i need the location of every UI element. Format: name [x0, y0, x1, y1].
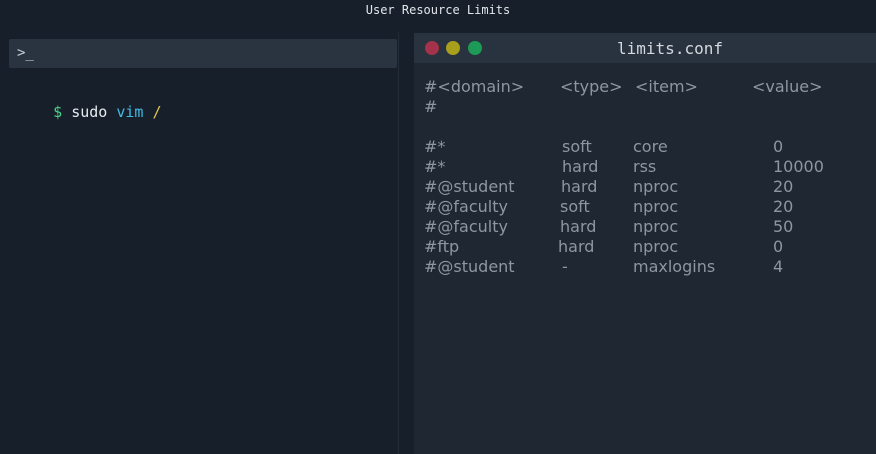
row-type: hard: [558, 237, 595, 256]
conf-row: #@student hard nproc 20: [424, 177, 793, 197]
header-item: <item>: [635, 77, 698, 96]
row-value: 10000: [773, 157, 824, 176]
conf-row: #* hard rss 10000: [424, 157, 824, 177]
row-type: soft: [562, 137, 592, 156]
terminal-command-line[interactable]: $ sudo vim /: [17, 82, 162, 142]
editor-pane[interactable]: limits.conf #<domain> <type> <item> <val…: [414, 33, 876, 454]
window-title: User Resource Limits: [365, 3, 511, 17]
row-type: hard: [561, 177, 598, 196]
row-type: hard: [562, 157, 599, 176]
terminal-prompt-icon: >_: [17, 45, 34, 61]
editor-filename: limits.conf: [617, 39, 723, 58]
row-value: 4: [773, 257, 784, 276]
command-vim: vim: [116, 103, 144, 121]
row-item: core: [633, 137, 668, 156]
row-domain: #*: [424, 137, 446, 156]
prompt-symbol: $: [53, 103, 63, 121]
conf-row: #@faculty soft nproc 20: [424, 197, 793, 217]
conf-blank-row: [424, 117, 455, 137]
conf-row: #@faculty hard nproc 50: [424, 217, 793, 237]
command-sudo: sudo: [71, 103, 108, 121]
row-type: soft: [560, 197, 590, 216]
separator-hash: #: [424, 97, 438, 116]
command-path: /: [152, 103, 162, 121]
row-value: 0: [773, 137, 784, 156]
row-domain: #@student: [424, 177, 515, 196]
row-type: hard: [560, 217, 597, 236]
row-domain: #@faculty: [424, 197, 508, 216]
editor-titlebar: limits.conf: [414, 33, 876, 63]
conf-header-row: #<domain> <type> <item> <value>: [424, 77, 823, 97]
header-type: <type>: [560, 77, 623, 96]
header-value: <value>: [752, 77, 823, 96]
row-value: 20: [773, 177, 794, 196]
row-item: maxlogins: [633, 257, 716, 276]
terminal-pane[interactable]: >_ $ sudo vim /: [0, 32, 399, 454]
conf-row: #* soft core 0: [424, 137, 783, 157]
row-domain: #@student: [424, 257, 515, 276]
row-domain: #*: [424, 157, 446, 176]
row-item: nproc: [633, 177, 679, 196]
row-type: -: [562, 257, 568, 276]
row-domain: #@faculty: [424, 217, 508, 236]
row-item: nproc: [633, 237, 679, 256]
row-domain: #ftp: [424, 237, 460, 256]
limits-conf-content[interactable]: #<domain> <type> <item> <value> # #* sof…: [424, 77, 824, 277]
conf-row: #@student - maxlogins 4: [424, 257, 783, 277]
row-item: rss: [633, 157, 657, 176]
row-value: 0: [773, 237, 784, 256]
row-item: nproc: [633, 217, 679, 236]
terminal-header: >_: [9, 39, 397, 68]
conf-separator-row: #: [424, 97, 455, 117]
header-domain: #<domain>: [424, 77, 525, 96]
row-item: nproc: [633, 197, 679, 216]
row-value: 50: [773, 217, 794, 236]
row-value: 20: [773, 197, 794, 216]
conf-row: #ftp hard nproc 0: [424, 237, 783, 257]
